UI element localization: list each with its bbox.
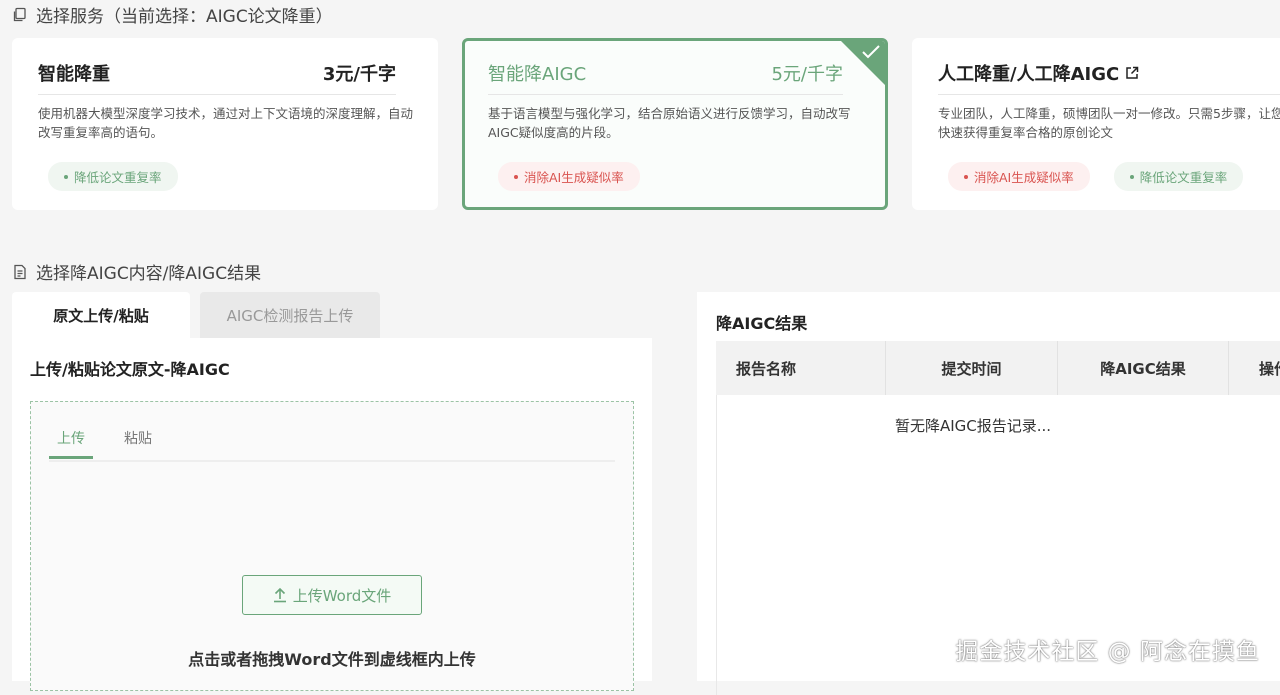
service-section-title: 选择服务（当前选择：AIGC论文降重） — [12, 2, 333, 27]
upload-subtabs: 上传 粘贴 — [49, 426, 615, 462]
card-title: 智能降AIGC — [488, 64, 587, 85]
subtab-upload[interactable]: 上传 — [49, 428, 93, 459]
card-tags: 消除AI生成疑似率 — [498, 162, 640, 191]
card-price: 5元/千字 — [771, 64, 843, 85]
check-icon — [862, 45, 880, 59]
result-panel: 降AIGC结果 报告名称 提交时间 降AIGC结果 操作 暂无降AIGC报告记录… — [697, 292, 1280, 695]
drop-zone[interactable]: 上传 粘贴 上传Word文件 点击或者拖拽Word文件到虚线框内上传 — [30, 401, 634, 691]
copy-icon — [13, 7, 26, 21]
column-submit-time: 提交时间 — [886, 341, 1058, 395]
card-tags: 降低论文重复率 — [48, 162, 178, 191]
card-price: 3元/千字 — [322, 64, 396, 85]
service-card-smart-rewrite[interactable]: 智能降重 3元/千字 使用机器大模型深度学习技术，通过对上下文语境的深度理解，自… — [12, 38, 438, 210]
subtab-paste[interactable]: 粘贴 — [116, 428, 160, 456]
card-description: 基于语言模型与强化学习，结合原始语义进行反馈学习，自动改写AIGC疑似度高的片段… — [488, 106, 851, 140]
upload-panel-title: 上传/粘贴论文原文-降AIGC — [30, 360, 230, 379]
service-card-manual[interactable]: 人工降重/人工降AIGC 专业团队，人工降重，硕博团队一对一修改。只需5步骤，让… — [912, 38, 1280, 210]
upload-panel: 上传/粘贴论文原文-降AIGC 上传 粘贴 上传Word文件 点击或者拖拽Wor… — [12, 338, 652, 691]
upload-word-label: 上传Word文件 — [292, 586, 392, 605]
tag-reduce-duplication: 降低论文重复率 — [48, 162, 178, 191]
card-tags: 消除AI生成疑似率 降低论文重复率 — [948, 162, 1244, 191]
empty-state-text: 暂无降AIGC报告记录... — [894, 417, 1052, 435]
content-section-label: 选择降AIGC内容/降AIGC结果 — [36, 264, 262, 284]
drop-hint: 点击或者拖拽Word文件到虚线框内上传 — [188, 650, 476, 669]
result-panel-title: 降AIGC结果 — [716, 314, 808, 333]
card-description: 专业团队，人工降重，硕博团队一对一修改。只需5步骤，让您快速获得重复率合格的原创… — [938, 106, 1280, 140]
tag-reduce-duplication: 降低论文重复率 — [1113, 162, 1244, 191]
result-table-header: 报告名称 提交时间 降AIGC结果 操作 — [716, 341, 1280, 395]
service-section-label: 选择服务（当前选择：AIGC论文降重） — [36, 7, 333, 27]
upload-word-button[interactable]: 上传Word文件 — [242, 575, 422, 615]
tag-remove-ai: 消除AI生成疑似率 — [948, 162, 1090, 191]
column-aigc-result: 降AIGC结果 — [1058, 341, 1229, 395]
upload-icon — [273, 587, 286, 603]
card-header: 智能降AIGC 5元/千字 — [488, 56, 843, 95]
card-header: 智能降重 3元/千字 — [38, 56, 396, 95]
card-title: 人工降重/人工降AIGC — [938, 60, 1139, 86]
column-report-name: 报告名称 — [716, 341, 886, 395]
tab-original-upload[interactable]: 原文上传/粘贴 — [12, 292, 190, 338]
content-section-title: 选择降AIGC内容/降AIGC结果 — [12, 259, 261, 284]
column-actions: 操作 — [1259, 359, 1280, 378]
card-header: 人工降重/人工降AIGC — [938, 56, 1280, 95]
card-description: 使用机器大模型深度学习技术，通过对上下文语境的深度理解，自动改写重复率高的语句。 — [38, 106, 414, 140]
watermark: 掘金技术社区 @ 阿念在摸鱼 — [955, 639, 1260, 665]
tab-report-upload[interactable]: AIGC检测报告上传 — [200, 292, 380, 338]
card-title: 智能降重 — [38, 64, 110, 85]
service-card-smart-aigc[interactable]: 智能降AIGC 5元/千字 基于语言模型与强化学习，结合原始语义进行反馈学习，自… — [462, 38, 888, 210]
document-icon — [14, 264, 26, 279]
tag-remove-ai: 消除AI生成疑似率 — [498, 162, 640, 191]
external-link-icon[interactable] — [1125, 66, 1139, 80]
